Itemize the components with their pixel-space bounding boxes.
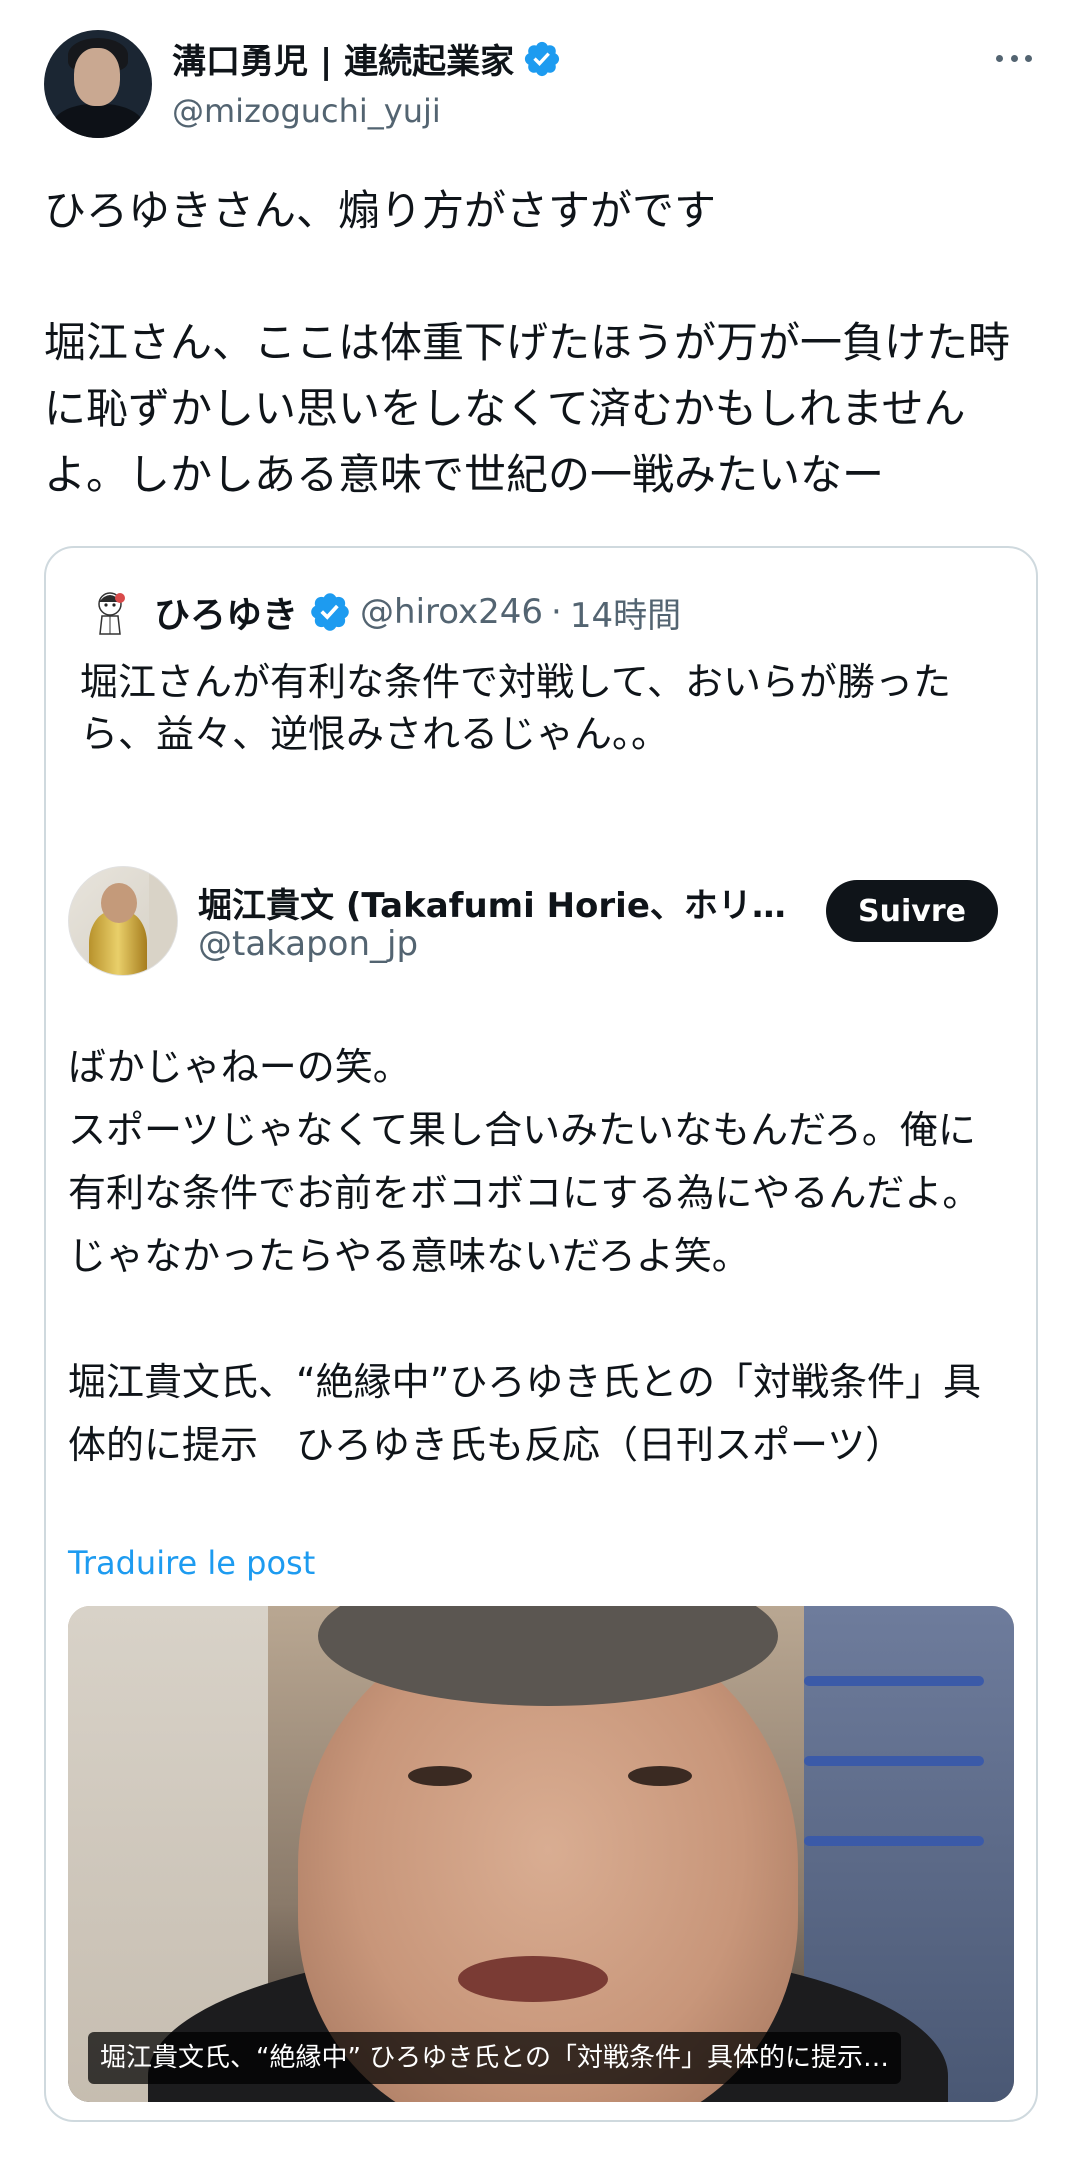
quoted-author-name[interactable]: ひろゆき [154,586,298,638]
more-options-icon[interactable] [990,38,1038,78]
post-timestamp[interactable]: 14時間 [570,588,681,637]
embedded-author-name[interactable]: 堀江貴文 (Takafumi Horie、ホリエ... [198,878,808,927]
quoted-post-text: 堀江さんが有利な条件で対戦して、おいらが勝ったら、益々、逆恨みされるじゃん。。 [80,660,951,756]
author-handle[interactable]: @mizoguchi_yuji [172,92,441,130]
author-avatar[interactable] [44,30,152,138]
separator-dot: · [551,592,562,632]
quoted-post-card[interactable]: ひろゆき @hirox246 · 14時間 堀江さんが有利な条件で対戦して、おい… [44,546,1038,2122]
verified-badge-icon [525,41,560,76]
media-caption: 堀江貴文氏、“絶縁中” ひろゆき氏との「対戦条件」具体的に提示… [88,2032,901,2084]
quoted-author-handle[interactable]: @hirox246 [360,592,543,632]
embedded-author-handle[interactable]: @takapon_jp [198,924,418,964]
quoted-author-avatar[interactable] [84,586,136,638]
post-header: 溝口勇児 | 連続起業家 @mizoguchi_yuji [44,30,1038,142]
embedded-author-avatar[interactable] [68,866,178,976]
embedded-post-text: ばかじゃねーの笑。 スポーツじゃなくて果し合いみたいなもんだろ。俺に有利な条件で… [68,1045,981,1467]
author-name-row: 溝口勇児 | 連続起業家 [172,34,562,83]
translate-post-link[interactable]: Traduire le post [68,1544,315,1582]
post-text: ひろゆきさん、煽り方がさすがです 堀江さん、ここは体重下げたほうが万が一負けた時… [44,186,1011,499]
follow-button[interactable]: Suivre [826,880,998,942]
author-name[interactable]: 溝口勇児 | 連続起業家 [172,34,514,83]
quoted-post-header: ひろゆき @hirox246 · 14時間 [84,586,681,638]
verified-badge-icon [311,593,349,631]
embedded-post-header: 堀江貴文 (Takafumi Horie、ホリエ... @takapon_jp … [68,866,1018,978]
embedded-media-image[interactable]: 堀江貴文氏、“絶縁中” ひろゆき氏との「対戦条件」具体的に提示… [68,1606,1014,2102]
